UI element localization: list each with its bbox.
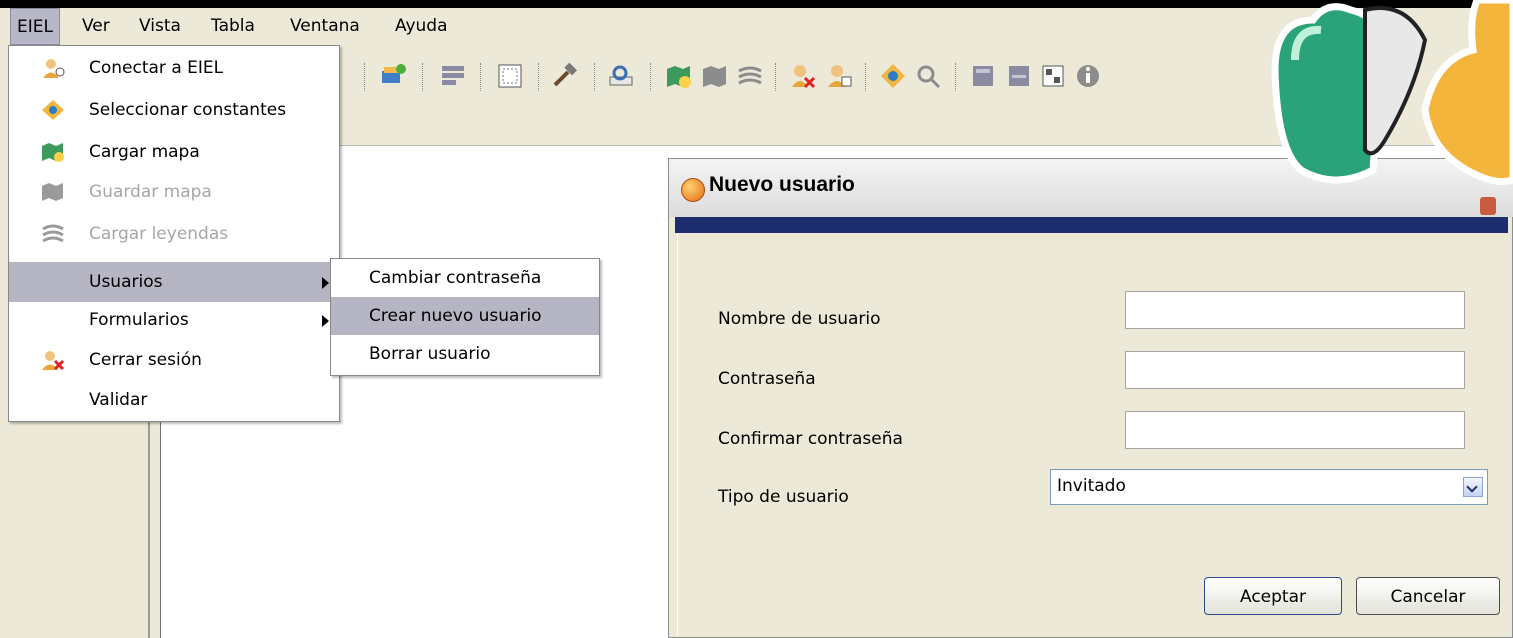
menu-item-label: Validar (89, 390, 148, 410)
menu-item-usuarios[interactable]: Usuarios (9, 262, 339, 302)
legend-icon[interactable] (735, 61, 765, 91)
toolbar-separator (865, 63, 868, 91)
menu-item-label: Cargar leyendas (89, 224, 229, 244)
toolbar-separator (775, 63, 778, 91)
confirm-password-label: Confirmar contraseña (718, 429, 903, 449)
menu-item-label: Seleccionar constantes (89, 100, 287, 120)
username-label: Nombre de usuario (718, 309, 881, 329)
submenu-item-label: Crear nuevo usuario (369, 306, 542, 326)
menu-item-conectar[interactable]: Conectar a EIEL (9, 48, 339, 88)
menu-item-label: Usuarios (89, 272, 163, 292)
load-map-icon[interactable] (663, 61, 693, 91)
cancel-button[interactable]: Cancelar (1356, 577, 1500, 615)
menu-item-seleccionar-constantes[interactable]: Seleccionar constantes (9, 90, 339, 130)
submenu-item-label: Cambiar contraseña (369, 268, 542, 288)
menu-item-label: Formularios (89, 310, 189, 330)
menu-ventana[interactable]: Ventana (284, 8, 366, 45)
layout-icon[interactable] (438, 61, 468, 91)
confirm-password-field[interactable] (1125, 411, 1465, 449)
user-type-label: Tipo de usuario (718, 487, 849, 507)
menu-eiel[interactable]: EIEL (10, 8, 60, 45)
info-icon[interactable] (1073, 61, 1103, 91)
submenu-item-borrar-usuario[interactable]: Borrar usuario (331, 335, 599, 373)
toolbar-separator (422, 63, 425, 91)
brand-logo-icon (1271, 0, 1513, 186)
submenu-arrow-icon (322, 315, 329, 327)
logout-icon (42, 351, 65, 371)
menu-item-validar[interactable]: Validar (9, 380, 339, 420)
toolbar-separator (650, 63, 653, 91)
menu-item-label: Conectar a EIEL (89, 58, 224, 78)
menu-ver[interactable]: Ver (76, 8, 116, 45)
toolbar-separator (538, 63, 541, 91)
search-doc-icon[interactable] (606, 61, 636, 91)
submenu-item-label: Borrar usuario (369, 344, 491, 364)
toolbar-separator (480, 63, 483, 91)
toolbar-separator (955, 63, 958, 91)
save-map-icon[interactable] (699, 61, 729, 91)
eiel-menu: Conectar a EIEL Seleccionar constantes C… (8, 45, 340, 422)
legend-icon (42, 224, 64, 243)
menu-vista[interactable]: Vista (133, 8, 187, 45)
user-type-select[interactable]: Invitado (1050, 469, 1488, 505)
chevron-down-icon[interactable] (1463, 477, 1483, 497)
dialog-title: Nuevo usuario (709, 173, 855, 196)
dialog-header-band (675, 217, 1508, 233)
target-icon (42, 100, 64, 120)
toolbar-separator (594, 63, 597, 91)
menu-item-label: Guardar mapa (89, 182, 212, 202)
app-logo-icon (681, 178, 705, 202)
new-user-dialog: Nuevo usuario Nombre de usuario Contrase… (668, 158, 1513, 638)
accept-button[interactable]: Aceptar (1204, 577, 1342, 615)
submenu-arrow-icon (322, 277, 329, 289)
grid-icon[interactable] (495, 61, 525, 91)
password-label: Contraseña (718, 369, 816, 389)
save-map-icon (42, 183, 63, 201)
connect-icon[interactable] (378, 61, 408, 91)
menu-item-formularios[interactable]: Formularios (9, 300, 339, 340)
dialog-body: Nombre de usuario Contraseña Confirmar c… (677, 233, 1507, 635)
logout-icon[interactable] (788, 61, 818, 91)
submenu-item-cambiar-contrasena[interactable]: Cambiar contraseña (331, 259, 599, 297)
password-field[interactable] (1125, 351, 1465, 389)
connect-icon (43, 59, 65, 78)
menu-tabla[interactable]: Tabla (205, 8, 261, 45)
target-icon[interactable] (878, 61, 908, 91)
submenu-item-crear-nuevo-usuario[interactable]: Crear nuevo usuario (331, 297, 599, 335)
menu-item-label: Cerrar sesión (89, 350, 202, 370)
load-map-icon (42, 143, 64, 162)
toolbar-separator (364, 63, 367, 91)
usuarios-submenu: Cambiar contraseña Crear nuevo usuario B… (330, 258, 600, 376)
username-field[interactable] (1125, 291, 1465, 329)
user-type-value: Invitado (1057, 476, 1126, 496)
menu-item-cerrar-sesion[interactable]: Cerrar sesión (9, 340, 339, 380)
table-icon[interactable] (1004, 61, 1034, 91)
menu-item-cargar-mapa[interactable]: Cargar mapa (9, 132, 339, 172)
menu-ayuda[interactable]: Ayuda (389, 8, 454, 45)
menu-item-guardar-mapa[interactable]: Guardar mapa (9, 172, 339, 212)
menu-item-cargar-leyendas[interactable]: Cargar leyendas (9, 214, 339, 254)
window-icon[interactable] (1038, 61, 1068, 91)
user-icon[interactable] (824, 61, 854, 91)
menu-item-label: Cargar mapa (89, 142, 200, 162)
tools-icon[interactable] (550, 61, 580, 91)
zoom-icon[interactable] (913, 61, 943, 91)
export-icon[interactable] (968, 61, 998, 91)
